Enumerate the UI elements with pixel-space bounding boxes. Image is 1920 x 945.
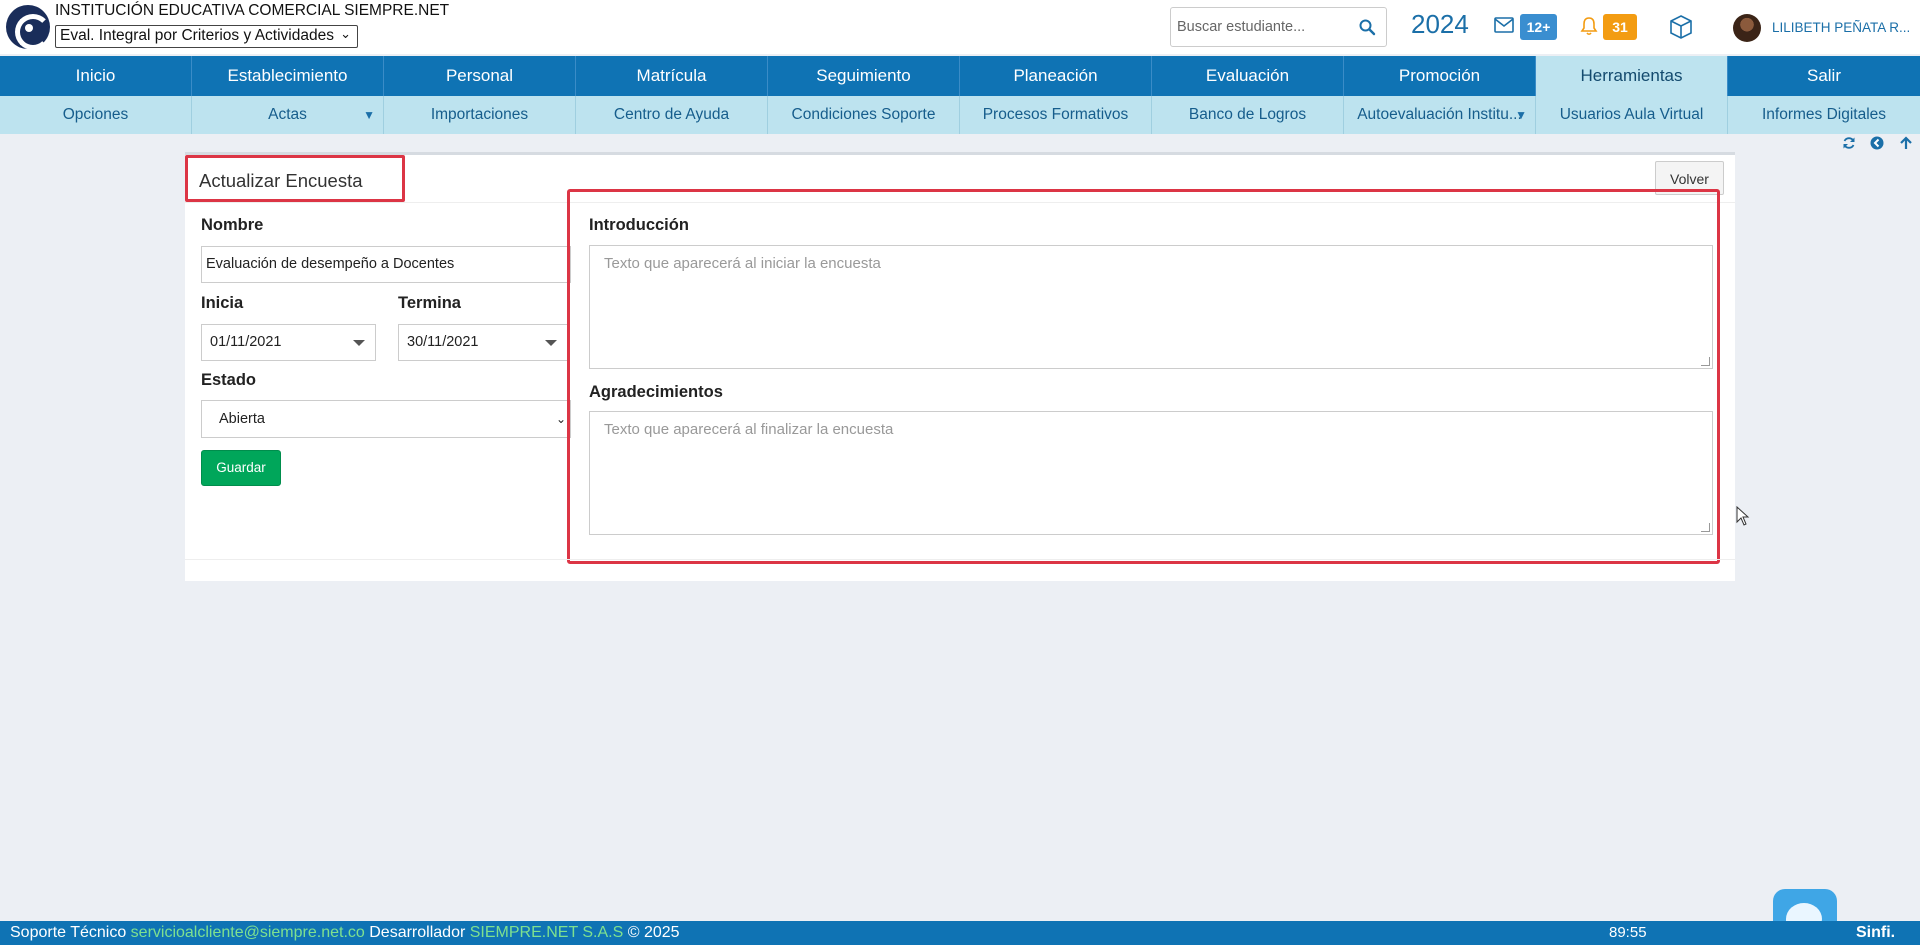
resize-handle-icon[interactable] (1701, 357, 1710, 366)
school-name: INSTITUCIÓN EDUCATIVA COMERCIAL SIEMPRE.… (55, 2, 450, 19)
nav-item-salir[interactable]: Salir (1728, 56, 1920, 96)
support-label: Soporte Técnico (10, 924, 127, 941)
termina-date-picker[interactable]: 30/11/2021 (398, 324, 568, 361)
search-icon[interactable] (1358, 18, 1376, 36)
caret-down-icon (545, 340, 557, 346)
session-timer: 89:55 (1609, 924, 1647, 941)
introduccion-placeholder: Texto que aparecerá al iniciar la encues… (604, 255, 881, 272)
nav-item-personal[interactable]: Personal (384, 56, 576, 96)
caret-down-icon: ▼ (363, 108, 375, 122)
top-header: INSTITUCIÓN EDUCATIVA COMERCIAL SIEMPRE.… (0, 0, 1920, 54)
nav-item-herramientas[interactable]: Herramientas (1536, 56, 1728, 96)
refresh-icon[interactable] (1842, 136, 1856, 150)
student-search-input[interactable] (1177, 17, 1347, 37)
chevron-down-icon: ⌄ (555, 412, 566, 426)
subnav-label: Centro de Ayuda (613, 106, 730, 123)
chevron-down-icon: ⌄ (340, 26, 351, 41)
subnav-item-condiciones-soporte[interactable]: Condiciones Soporte (768, 96, 960, 134)
mail-count-badge[interactable]: 12+ (1520, 14, 1557, 40)
inicia-date-picker[interactable]: 01/11/2021 (201, 324, 376, 361)
bell-icon[interactable] (1580, 16, 1598, 36)
evaluation-mode-value: Eval. Integral por Criterios y Actividad… (60, 27, 334, 44)
sub-navigation: Opciones Actas ▼ Importaciones Centro de … (0, 96, 1920, 134)
inicia-label: Inicia (201, 294, 244, 312)
back-circle-icon[interactable] (1870, 136, 1884, 150)
mouse-cursor-icon (1736, 506, 1750, 526)
subnav-label: Banco de Logros (1188, 106, 1307, 123)
mail-icon[interactable] (1494, 17, 1514, 33)
save-button[interactable]: Guardar (201, 450, 281, 486)
up-arrow-icon[interactable] (1899, 136, 1913, 150)
card-footer-divider (185, 559, 1735, 560)
nav-item-matricula[interactable]: Matrícula (576, 56, 768, 96)
subnav-label: Usuarios Aula Virtual (1559, 106, 1704, 123)
subnav-label: Procesos Formativos (982, 106, 1129, 123)
resize-handle-icon[interactable] (1701, 523, 1710, 532)
subnav-label: Actas (268, 106, 307, 123)
subnav-item-banco-logros[interactable]: Banco de Logros (1152, 96, 1344, 134)
agradecimientos-label: Agradecimientos (589, 383, 723, 401)
subnav-label: Opciones (62, 106, 129, 123)
school-logo[interactable] (6, 5, 51, 50)
estado-value: Abierta (219, 411, 265, 427)
subnav-item-actas[interactable]: Actas ▼ (192, 96, 384, 134)
subnav-label: Condiciones Soporte (791, 106, 936, 123)
subnav-item-opciones[interactable]: Opciones (0, 96, 192, 134)
nav-item-promocion[interactable]: Promoción (1344, 56, 1536, 96)
termina-label: Termina (398, 294, 461, 312)
estado-select[interactable]: Abierta ⌄ (201, 400, 571, 438)
copyright: © 2025 (627, 924, 680, 941)
developer-link[interactable]: SIEMPRE.NET S.A.S (470, 924, 624, 941)
nav-item-evaluacion[interactable]: Evaluación (1152, 56, 1344, 96)
inicia-date-value: 01/11/2021 (210, 334, 282, 350)
subnav-item-informes-digitales[interactable]: Informes Digitales (1728, 96, 1920, 134)
introduccion-textarea[interactable]: Texto que aparecerá al iniciar la encues… (589, 245, 1713, 369)
termina-date-value: 30/11/2021 (407, 334, 479, 350)
page-title: Actualizar Encuesta (185, 155, 405, 202)
subnav-item-importaciones[interactable]: Importaciones (384, 96, 576, 134)
subnav-label: Importaciones (430, 106, 529, 123)
caret-down-icon (353, 340, 365, 346)
user-avatar[interactable] (1733, 14, 1761, 42)
subnav-item-centro-ayuda[interactable]: Centro de Ayuda (576, 96, 768, 134)
nombre-label: Nombre (201, 216, 264, 234)
footer: Soporte Técnico servicioalcliente@siempr… (0, 921, 1920, 945)
agradecimientos-textarea[interactable]: Texto que aparecerá al finalizar la encu… (589, 411, 1713, 535)
brand-logo: Sinfi. (1856, 924, 1896, 941)
nav-item-inicio[interactable]: Inicio (0, 56, 192, 96)
nav-item-seguimiento[interactable]: Seguimiento (768, 56, 960, 96)
subnav-label: Autoevaluación Institu... (1357, 106, 1522, 123)
caret-down-icon: ▼ (1515, 108, 1527, 122)
evaluation-mode-select[interactable]: Eval. Integral por Criterios y Actividad… (55, 25, 358, 48)
subnav-item-usuarios-aula-virtual[interactable]: Usuarios Aula Virtual (1536, 96, 1728, 134)
nav-item-establecimiento[interactable]: Establecimiento (192, 56, 384, 96)
notification-count-badge[interactable]: 31 (1603, 14, 1637, 40)
subnav-label: Informes Digitales (1761, 106, 1887, 123)
introduccion-label: Introducción (589, 216, 689, 234)
subnav-item-autoevaluacion[interactable]: Autoevaluación Institu... ▼ (1344, 96, 1536, 134)
support-email-link[interactable]: servicioalcliente@siempre.net.co (131, 924, 365, 941)
main-navigation: Inicio Establecimiento Personal Matrícul… (0, 56, 1920, 96)
subnav-item-procesos-formativos[interactable]: Procesos Formativos (960, 96, 1152, 134)
developer-label: Desarrollador (369, 924, 466, 941)
user-name[interactable]: LILIBETH PEÑATA R... (1772, 20, 1910, 35)
student-search[interactable] (1170, 7, 1387, 47)
school-year[interactable]: 2024 (1411, 9, 1469, 40)
nombre-input[interactable]: Evaluación de desempeño a Docentes (201, 246, 571, 283)
cube-icon[interactable] (1668, 14, 1694, 40)
footer-credits: Soporte Técnico servicioalcliente@siempr… (10, 921, 680, 945)
nav-item-planeacion[interactable]: Planeación (960, 56, 1152, 96)
estado-label: Estado (201, 371, 257, 389)
agradecimientos-placeholder: Texto que aparecerá al finalizar la encu… (604, 421, 894, 438)
